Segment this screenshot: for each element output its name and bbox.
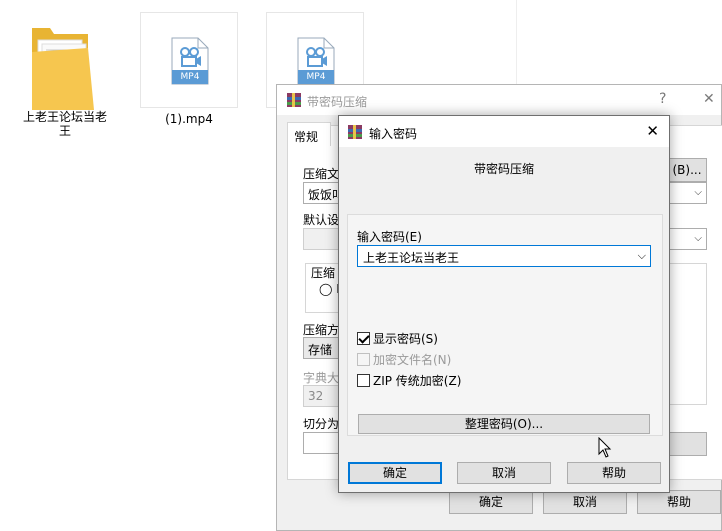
- chevron-down-icon: ⌵: [694, 187, 702, 198]
- show-password-label: 显示密码(S): [373, 332, 438, 346]
- winrar-icon: [348, 125, 362, 139]
- close-icon[interactable]: ✕: [646, 122, 659, 140]
- mouse-cursor-icon: [598, 437, 612, 458]
- checkbox-icon: [357, 353, 370, 366]
- mp4-file-name: (1).mp4: [165, 112, 213, 126]
- checkbox-icon: [357, 374, 370, 387]
- checkbox-checked-icon: [357, 332, 370, 345]
- bg-window-titlebar: 带密码压缩 ? ✕: [277, 85, 721, 115]
- tab-general[interactable]: 常规: [287, 122, 331, 146]
- password-input[interactable]: 上老王论坛当老王 ⌵: [357, 245, 651, 267]
- bg-ok-button[interactable]: 确定: [449, 490, 533, 514]
- folder-name: 上老王论坛当老: [22, 110, 107, 124]
- bg-window-title: 带密码压缩: [307, 95, 368, 109]
- ok-button[interactable]: 确定: [348, 462, 442, 484]
- explorer-divider: [516, 0, 517, 84]
- show-password-checkbox[interactable]: 显示密码(S): [357, 330, 438, 347]
- mp4-badge: MP4: [180, 72, 200, 82]
- password-value: 上老王论坛当老王: [363, 251, 460, 265]
- dictionary-size-label: 字典大: [303, 371, 340, 385]
- mp4-file-item[interactable]: MP4 (1).mp4: [140, 12, 238, 132]
- folder-icon: [32, 28, 94, 110]
- dialog-subtitle: 带密码压缩: [473, 162, 534, 176]
- split-volumes-label: 切分为: [303, 417, 340, 431]
- folder-item[interactable]: 上老王论坛当老 王: [10, 10, 120, 150]
- bg-help-button[interactable]: 帮助: [637, 490, 721, 514]
- encrypt-filenames-label: 加密文件名(N): [373, 353, 452, 367]
- dialog-title: 输入密码: [369, 127, 418, 141]
- enter-password-dialog: 输入密码 ✕ 带密码压缩 输入密码(E) 上老王论坛当老王 ⌵ 显示密码(S) …: [338, 115, 670, 493]
- cancel-button[interactable]: 取消: [457, 462, 551, 484]
- zip-legacy-encryption-checkbox[interactable]: ZIP 传统加密(Z): [357, 372, 461, 389]
- browse-button[interactable]: (B)...: [667, 158, 707, 182]
- mp4-badge: MP4: [306, 72, 326, 82]
- organize-passwords-button[interactable]: 整理密码(O)...: [358, 414, 650, 434]
- winrar-icon: [287, 93, 301, 107]
- close-button[interactable]: ✕: [703, 91, 715, 107]
- mp4-file-item-2[interactable]: MP4: [266, 12, 364, 108]
- zip-legacy-label: ZIP 传统加密(Z): [373, 374, 462, 388]
- help-button[interactable]: 帮助: [567, 462, 661, 484]
- default-settings-label: 默认设: [303, 213, 340, 227]
- archive-name-label: 压缩文: [303, 167, 340, 181]
- archive-format-label: 压缩: [311, 266, 336, 280]
- help-title-button[interactable]: ?: [659, 91, 666, 107]
- profile-select[interactable]: ⌵: [667, 228, 707, 250]
- bg-cancel-button[interactable]: 取消: [543, 490, 627, 514]
- archive-options-group: [667, 263, 707, 405]
- password-label: 输入密码(E): [357, 230, 422, 244]
- chevron-down-icon[interactable]: ⌵: [638, 249, 646, 263]
- update-mode-select[interactable]: ⌵: [667, 182, 707, 204]
- chevron-down-icon: ⌵: [694, 233, 702, 244]
- encrypt-filenames-checkbox[interactable]: 加密文件名(N): [357, 351, 451, 368]
- folder-name-line2: 王: [58, 124, 71, 138]
- method-label: 压缩方: [303, 323, 340, 337]
- set-password-button[interactable]: [667, 432, 707, 456]
- dialog-titlebar: 输入密码 ✕: [339, 116, 669, 147]
